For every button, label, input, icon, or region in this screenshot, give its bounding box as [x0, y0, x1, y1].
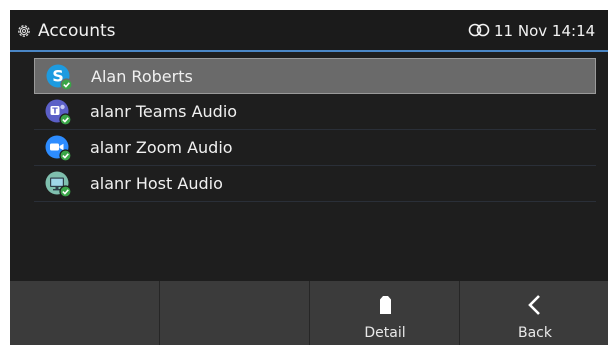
svg-text:T: T: [52, 107, 58, 116]
chevron-left-icon: [528, 295, 540, 315]
account-label: alanr Zoom Audio: [90, 138, 233, 157]
account-row-host[interactable]: alanr Host Audio: [34, 166, 596, 202]
detail-label: Detail: [364, 325, 406, 341]
detail-button[interactable]: Detail: [310, 281, 460, 345]
account-label: alanr Host Audio: [90, 174, 223, 193]
zoom-icon: [45, 135, 72, 162]
softkey-1[interactable]: [10, 281, 160, 345]
phone-screen: Accounts 11 Nov 14:14 S Alan Roberts T a…: [10, 10, 608, 345]
document-icon: [380, 296, 391, 314]
account-row-zoom[interactable]: alanr Zoom Audio: [34, 130, 596, 166]
title-bar: Accounts 11 Nov 14:14: [10, 10, 608, 52]
softkey-2[interactable]: [160, 281, 310, 345]
skype-icon: S: [46, 64, 73, 91]
linked-rings-icon: [468, 23, 490, 36]
account-row-alan-roberts[interactable]: S Alan Roberts: [34, 58, 596, 94]
account-row-teams[interactable]: T alanr Teams Audio: [34, 94, 596, 130]
back-button[interactable]: Back: [460, 281, 608, 345]
teams-icon: T: [45, 99, 72, 126]
status-time: 14:14: [551, 22, 596, 40]
gear-icon: [18, 25, 30, 37]
account-label: alanr Teams Audio: [90, 102, 238, 121]
status-date: 11 Nov: [494, 22, 548, 40]
account-label: Alan Roberts: [91, 67, 193, 86]
status-area: 11 Nov 14:14: [468, 10, 595, 52]
host-monitor-icon: [45, 171, 72, 198]
page-title: Accounts: [38, 21, 116, 41]
softkey-bar: Detail Back: [10, 281, 608, 345]
back-label: Back: [518, 325, 552, 341]
